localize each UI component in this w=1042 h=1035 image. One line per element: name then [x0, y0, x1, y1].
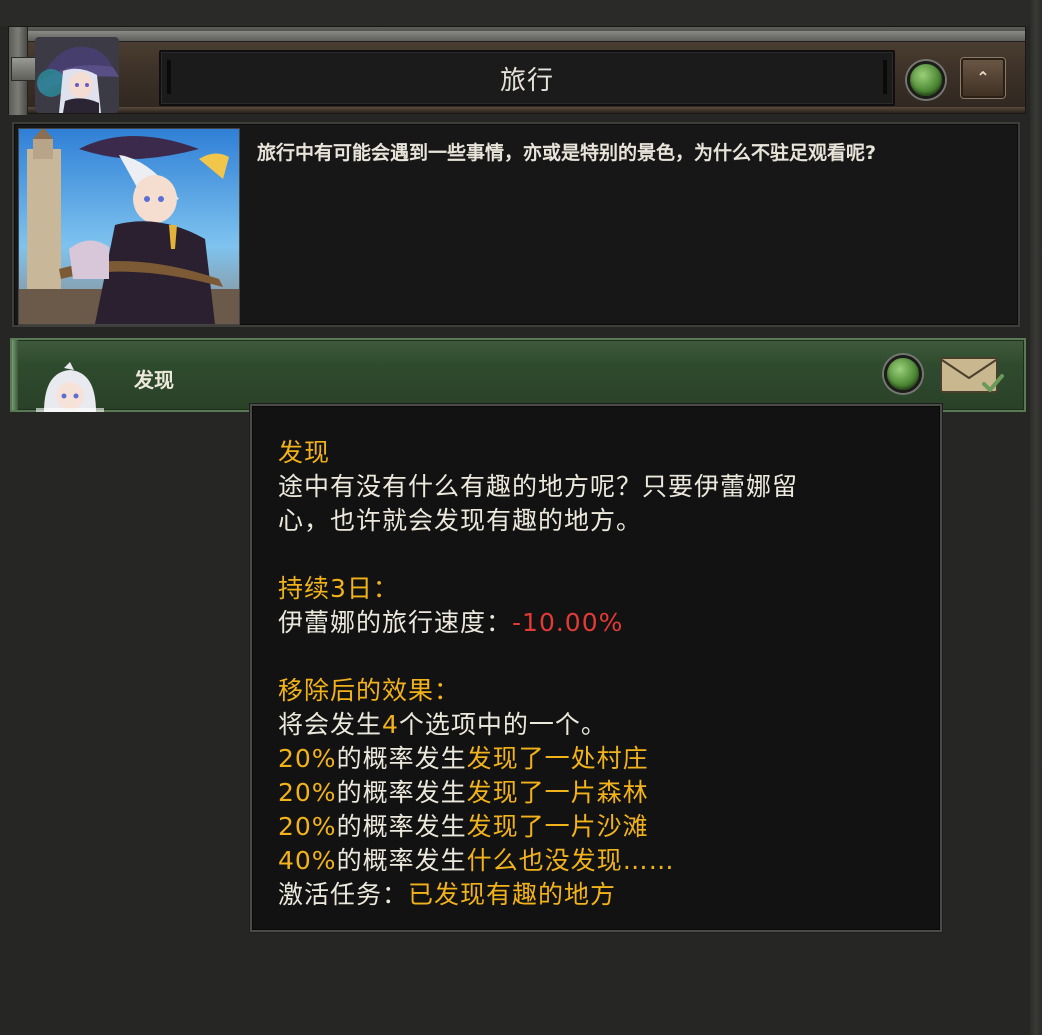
modifier-row[interactable]: 发现 — [10, 338, 1026, 412]
activate-label: 激活任务： — [278, 880, 409, 909]
event-description-text: 旅行中有可能会遇到一些事情，亦或是特别的景色，为什么不驻足观看呢? — [257, 142, 877, 164]
event-title: 旅行 — [499, 65, 554, 96]
chevron-up-icon: ⌃ — [976, 68, 990, 87]
modifier-status-icon[interactable] — [884, 355, 922, 393]
outcome-row: 20%的概率发生发现了一片沙滩 — [278, 810, 940, 844]
options-count: 4 — [382, 710, 399, 739]
event-illustration — [18, 128, 240, 325]
tooltip-title: 发现 — [278, 438, 331, 467]
collapse-button[interactable]: ⌃ — [961, 58, 1005, 98]
header-top-rail — [9, 31, 1025, 42]
duration-label: 持续3日： — [278, 574, 399, 603]
options-summary-pre: 将会发生 — [278, 710, 383, 739]
modifier-label: 发现 — [134, 368, 174, 392]
header-clip — [9, 27, 47, 115]
outcome-mid: 的概率发生 — [336, 812, 467, 841]
outcome-mid: 的概率发生 — [336, 778, 467, 807]
tooltip-desc-line-1: 途中有没有什么有趣的地方呢？只要伊蕾娜留 — [278, 472, 799, 501]
event-header: 旅行 ⌃ — [8, 26, 1026, 115]
outcome-event: 什么也没发现…… — [466, 846, 675, 875]
title-box-mark-right — [883, 60, 887, 94]
outcome-event: 发现了一片森林 — [466, 778, 649, 807]
outcome-event: 发现了一片沙滩 — [466, 812, 649, 841]
header-bottom-rail — [9, 107, 1025, 113]
effect-name: 伊蕾娜的旅行速度： — [278, 608, 513, 637]
character-portrait[interactable] — [35, 37, 119, 113]
envelope-check-icon[interactable] — [940, 356, 1004, 396]
outcome-row: 40%的概率发生什么也没发现…… — [278, 844, 940, 878]
modifier-row-edge — [12, 340, 18, 410]
outcome-percent: 20% — [278, 778, 337, 807]
after-effects-label: 移除后的效果： — [278, 676, 461, 705]
outcome-row: 20%的概率发生发现了一片森林 — [278, 776, 940, 810]
activate-value: 已发现有趣的地方 — [408, 880, 617, 909]
outcome-percent: 20% — [278, 744, 337, 773]
effect-line: 伊蕾娜的旅行速度：-10.00% — [278, 606, 940, 640]
window-right-edge — [1030, 0, 1042, 1035]
top-strip — [0, 0, 1030, 26]
tooltip-gap — [278, 538, 940, 572]
options-summary-post: 个选项中的一个。 — [398, 710, 607, 739]
tooltip-desc-line-2: 心，也许就会发现有趣的地方。 — [278, 506, 643, 535]
modifier-portrait — [36, 362, 104, 412]
activate-mission-line: 激活任务：已发现有趣的地方 — [278, 878, 940, 912]
outcome-row: 20%的概率发生发现了一处村庄 — [278, 742, 940, 776]
outcome-mid: 的概率发生 — [336, 846, 467, 875]
outcome-percent: 40% — [278, 846, 337, 875]
tooltip-gap — [278, 640, 940, 674]
outcome-percent: 20% — [278, 812, 337, 841]
outcome-mid: 的概率发生 — [336, 744, 467, 773]
title-box-mark-left — [167, 60, 171, 94]
options-summary: 将会发生4个选项中的一个。 — [278, 708, 940, 742]
effect-value: -10.00% — [512, 608, 624, 637]
event-description-panel: 旅行中有可能会遇到一些事情，亦或是特别的景色，为什么不驻足观看呢? — [12, 122, 1020, 327]
status-indicator-icon[interactable] — [907, 61, 945, 99]
event-title-box: 旅行 — [159, 50, 895, 106]
outcome-event: 发现了一处村庄 — [466, 744, 649, 773]
modifier-tooltip: 发现 途中有没有什么有趣的地方呢？只要伊蕾娜留 心，也许就会发现有趣的地方。 持… — [250, 404, 942, 932]
